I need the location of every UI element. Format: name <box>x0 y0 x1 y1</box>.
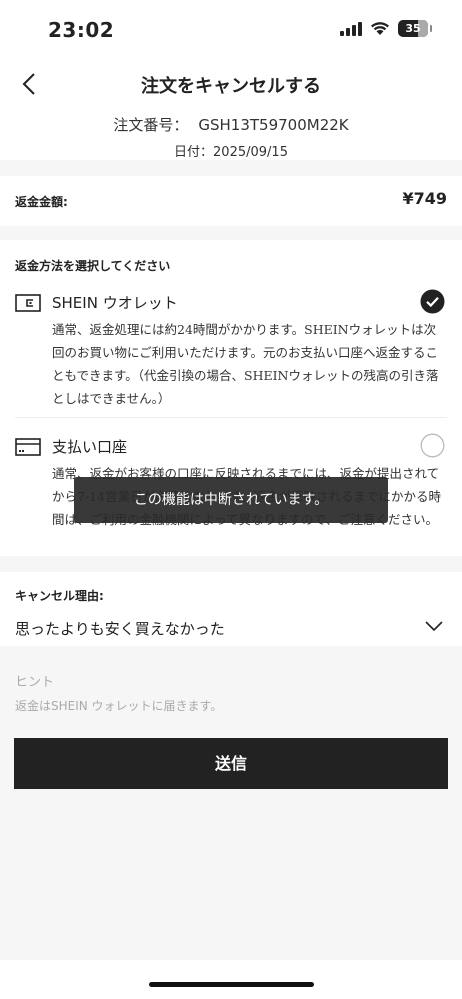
hint-title: ヒント <box>15 675 55 690</box>
chevron-down-icon[interactable] <box>424 618 444 634</box>
status-icons: 35 <box>340 20 432 37</box>
refund-amount-value: ¥749 <box>402 189 447 208</box>
cancel-reason-label: キャンセル理由: <box>15 589 104 603</box>
refund-option-wallet[interactable]: SHEIN ウオレット 通常、返金処理には約24時間がかかります。SHEINウォ… <box>0 286 462 416</box>
refund-method-title: 返金方法を選択してください <box>15 259 171 273</box>
unchecked-radio-icon[interactable] <box>420 433 445 458</box>
refund-amount-section: 返金金額: ¥749 <box>0 176 462 226</box>
wifi-icon <box>371 22 389 35</box>
checked-radio-icon[interactable] <box>420 289 445 314</box>
wallet-option-description: 通常、返金処理には約24時間がかかります。SHEINウォレットは次回のお買い物に… <box>52 322 439 406</box>
submit-button[interactable]: 送信 <box>14 738 448 789</box>
order-date: 日付：2025/09/15 <box>174 145 288 160</box>
status-bar: 23:02 35 <box>0 0 462 60</box>
wallet-icon <box>15 294 41 312</box>
battery-level: 35 <box>405 22 421 35</box>
header: 注文をキャンセルする 注文番号： GSH13T59700M22K 日付：2025/… <box>0 60 462 160</box>
page-title: 注文をキャンセルする <box>141 76 321 97</box>
payment-account-option-title: 支払い口座 <box>52 438 128 456</box>
signal-icon <box>340 21 362 36</box>
cancel-reason-section[interactable]: キャンセル理由: 思ったよりも安く買えなかった <box>0 572 462 646</box>
status-time: 23:02 <box>48 18 115 42</box>
order-number-row: 注文番号： GSH13T59700M22K <box>0 114 462 135</box>
home-indicator[interactable] <box>149 982 314 987</box>
refund-amount-label: 返金金額: <box>15 195 68 209</box>
wallet-option-title: SHEIN ウオレット <box>52 294 178 312</box>
toast-message: この機能は中断されています。 <box>74 477 388 523</box>
credit-card-icon <box>15 438 41 456</box>
hint-text: 返金はSHEIN ウォレットに届きます。 <box>15 699 223 713</box>
cancel-reason-selected[interactable]: 思ったよりも安く買えなかった <box>15 618 225 639</box>
cancel-order-page: 23:02 35 注文をキャンセルする 注文番号： GSH13T59700M22… <box>0 0 462 999</box>
bottom-bar <box>0 960 462 999</box>
option-divider <box>15 417 447 418</box>
order-number-label: 注文番号： <box>113 116 189 134</box>
order-number: GSH13T59700M22K <box>198 116 349 134</box>
battery-icon: 35 <box>398 20 432 37</box>
